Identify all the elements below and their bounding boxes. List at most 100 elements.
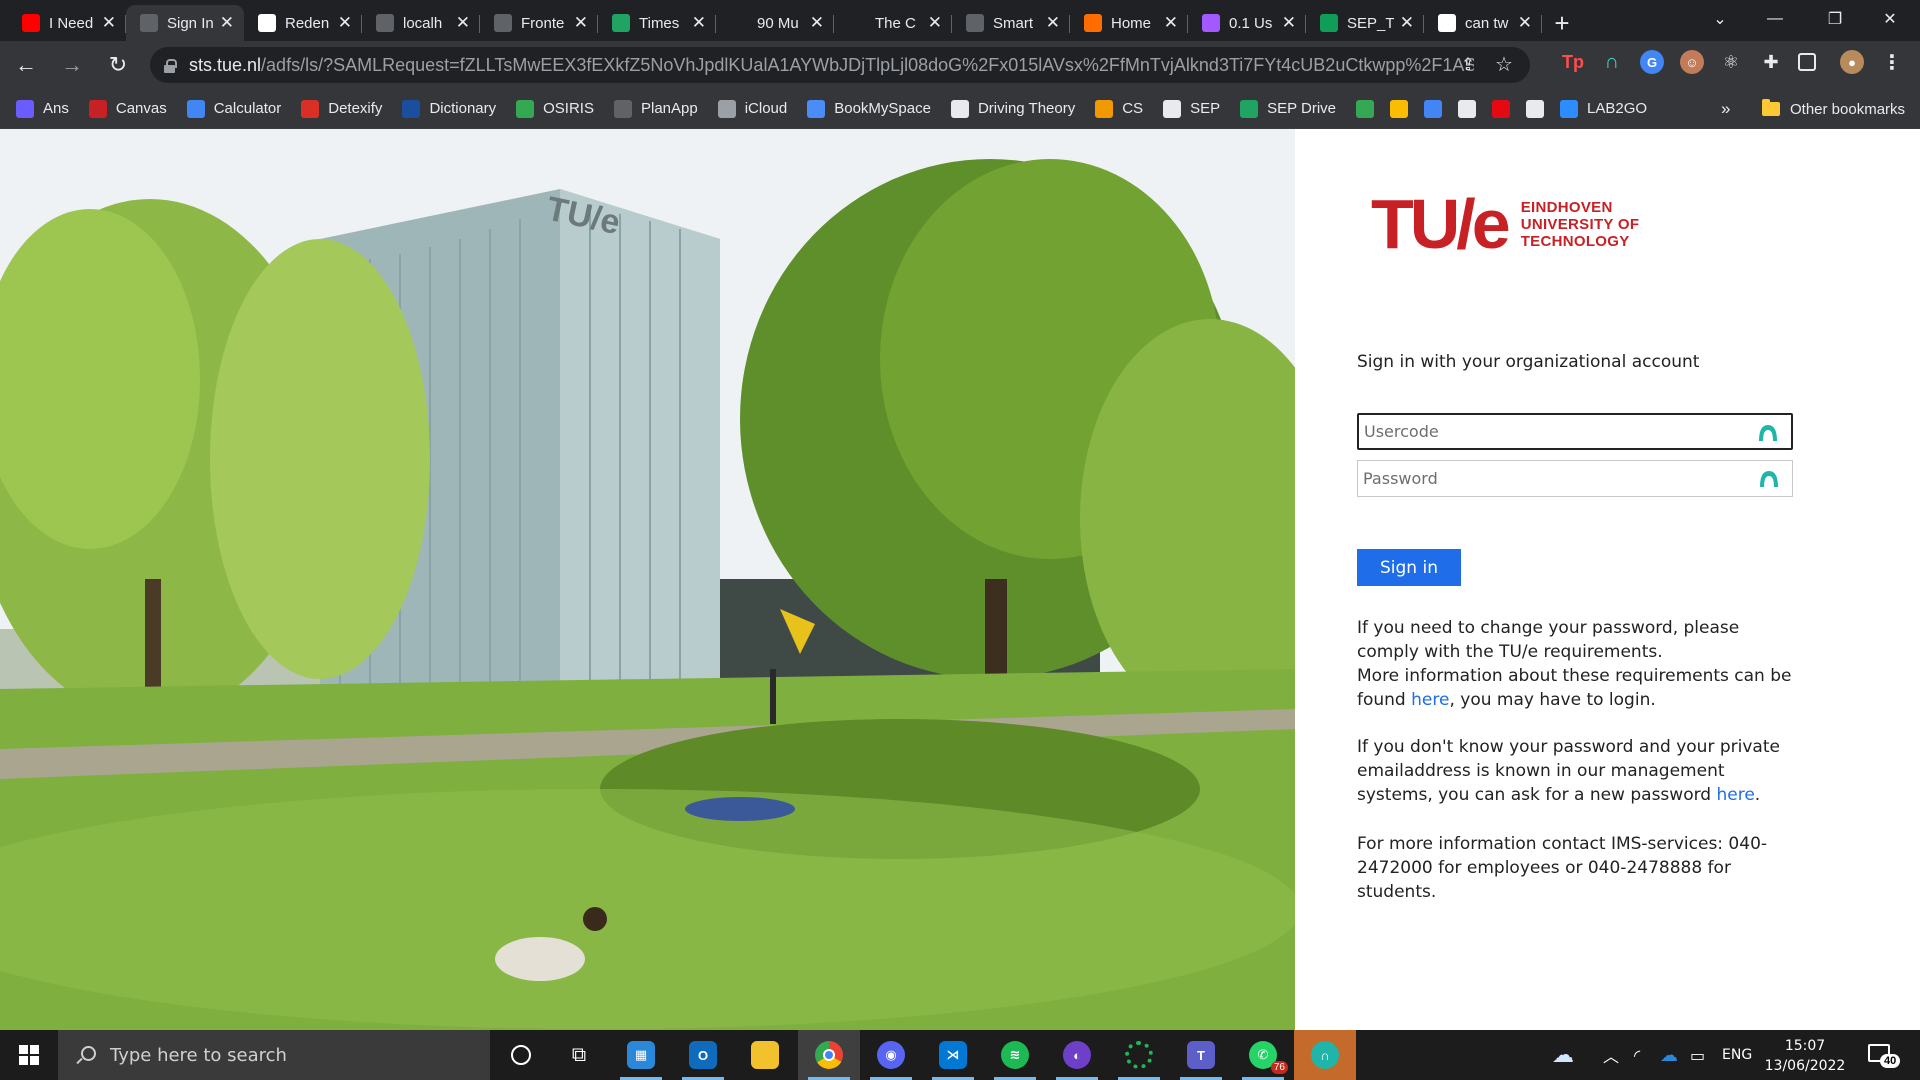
tab-search-icon[interactable]: ⌄ (1690, 0, 1750, 38)
url-text[interactable]: sts.tue.nl/adfs/ls/?SAMLRequest=fZLLTsMw… (189, 55, 1474, 76)
usercode-input[interactable] (1364, 422, 1744, 441)
bookmark-item[interactable]: LAB2GO (1560, 99, 1647, 118)
reload-icon[interactable]: ↻ (98, 45, 138, 85)
password-input[interactable] (1363, 469, 1743, 488)
translate-extension-icon[interactable]: G (1640, 50, 1664, 74)
network-icon[interactable]: ◜ (1634, 1030, 1640, 1080)
battery-icon[interactable]: ▭ (1690, 1030, 1705, 1080)
tab-close-icon[interactable]: ✕ (1400, 13, 1414, 33)
tab-close-icon[interactable]: ✕ (574, 13, 588, 33)
tab-close-icon[interactable]: ✕ (1518, 13, 1532, 33)
github-desktop-icon[interactable]: ◐ (1046, 1030, 1108, 1080)
bookmark-item[interactable]: iCloud (717, 99, 787, 118)
tab-close-icon[interactable]: ✕ (1164, 13, 1178, 33)
discord-app-icon[interactable]: ◉ (860, 1030, 922, 1080)
bookmark-item[interactable]: SEP Drive (1240, 99, 1336, 118)
back-icon[interactable]: ← (6, 45, 46, 85)
close-window-icon[interactable]: ✕ (1860, 0, 1920, 38)
bookmark-item[interactable]: BookMySpace (807, 99, 931, 118)
browser-tab[interactable]: Times ✕ (598, 5, 716, 41)
browser-tab[interactable]: I Need ✕ (8, 5, 126, 41)
bookmark-item[interactable]: Canvas (88, 99, 167, 118)
start-button[interactable] (0, 1030, 58, 1080)
tab-close-icon[interactable]: ✕ (928, 13, 942, 33)
browser-tab[interactable]: can tw ✕ (1424, 5, 1542, 41)
browser-tab[interactable]: The C ✕ (834, 5, 952, 41)
tab-close-icon[interactable]: ✕ (1282, 13, 1296, 33)
tray-expand-icon[interactable]: ︿ (1603, 1030, 1619, 1080)
tab-close-icon[interactable]: ✕ (692, 13, 706, 33)
spotify-app-icon[interactable]: ≋ (984, 1030, 1046, 1080)
browser-tab[interactable]: Reden ✕ (244, 5, 362, 41)
bookmark-item[interactable]: Detexify (301, 99, 382, 118)
bookmark-item[interactable]: SEP (1163, 99, 1220, 118)
password-manager-icon[interactable] (1757, 423, 1779, 443)
browser-tab[interactable]: Home ✕ (1070, 5, 1188, 41)
tab-close-icon[interactable]: ✕ (338, 13, 352, 33)
face-extension-icon[interactable]: ☺ (1680, 50, 1704, 74)
lock-icon[interactable] (164, 58, 177, 73)
password-field[interactable] (1357, 460, 1793, 497)
bookmark-item[interactable]: Driving Theory (950, 99, 1075, 118)
menu-kebab-icon[interactable]: ⋮ (1880, 50, 1904, 74)
browser-tab[interactable]: localh ✕ (362, 5, 480, 41)
tab-close-icon[interactable]: ✕ (102, 13, 116, 33)
browser-tab[interactable]: 90 Mu ✕ (716, 5, 834, 41)
react-devtools-icon[interactable]: ⚛ (1719, 50, 1743, 74)
bookmark-item[interactable] (1492, 99, 1510, 118)
browser-tab[interactable]: SEP_T ✕ (1306, 5, 1424, 41)
teams-app-icon[interactable]: T (1170, 1030, 1232, 1080)
task-view-icon[interactable]: ⧉ (548, 1030, 610, 1080)
tab-close-icon[interactable]: ✕ (810, 13, 824, 33)
bookmark-item[interactable] (1458, 99, 1476, 118)
arc-extension-icon[interactable]: ∩ (1600, 50, 1624, 74)
tab-close-icon[interactable]: ✕ (1046, 13, 1060, 33)
vscode-app-icon[interactable]: ⋊ (922, 1030, 984, 1080)
extensions-puzzle-icon[interactable]: ✚ (1759, 50, 1783, 74)
minimize-icon[interactable]: — (1745, 0, 1805, 38)
onedrive-icon[interactable]: ☁ (1552, 1030, 1574, 1080)
forward-icon[interactable]: → (52, 45, 92, 85)
tab-close-icon[interactable]: ✕ (220, 13, 234, 33)
tp-extension-icon[interactable]: Tp (1561, 50, 1585, 74)
taskbar-search-box[interactable]: Type here to search (58, 1030, 490, 1080)
address-bar[interactable]: sts.tue.nl/adfs/ls/?SAMLRequest=fZLLTsMw… (150, 47, 1530, 83)
bookmark-item[interactable] (1526, 99, 1544, 118)
star-icon[interactable]: ☆ (1494, 55, 1514, 75)
side-panel-icon[interactable] (1798, 53, 1816, 71)
browser-tab[interactable]: Sign In ✕ (126, 5, 244, 41)
outlook-app-icon[interactable]: O (672, 1030, 734, 1080)
whatsapp-app-icon[interactable]: ✆ 76 (1232, 1030, 1294, 1080)
bookmark-item[interactable]: Calculator (186, 99, 281, 118)
cortana-icon[interactable] (490, 1030, 552, 1080)
bookmark-item[interactable] (1424, 99, 1442, 118)
bookmark-item[interactable] (1356, 99, 1374, 118)
chrome-app-icon[interactable] (798, 1030, 860, 1080)
clock[interactable]: 15:07 13/06/2022 (1750, 1036, 1860, 1076)
arc-app-icon[interactable]: ∩ (1294, 1030, 1356, 1080)
calendar-app-icon[interactable]: ▦ (610, 1030, 672, 1080)
bookmark-item[interactable]: OSIRIS (516, 99, 594, 118)
profile-avatar[interactable]: ● (1840, 50, 1864, 74)
bookmark-item[interactable] (1390, 99, 1408, 118)
sign-in-button[interactable]: Sign in (1357, 549, 1461, 586)
onedrive-tray-icon[interactable]: ☁ (1660, 1030, 1678, 1080)
file-explorer-icon[interactable] (734, 1030, 796, 1080)
tab-close-icon[interactable]: ✕ (456, 13, 470, 33)
usercode-field[interactable] (1357, 413, 1793, 450)
share-icon[interactable]: ⇪ (1458, 55, 1478, 75)
password-manager-icon[interactable] (1758, 469, 1780, 489)
restore-icon[interactable]: ❐ (1805, 0, 1865, 38)
bookmark-item[interactable]: PlanApp (613, 99, 698, 118)
bookmark-item[interactable]: Dictionary (402, 99, 496, 118)
bookmarks-overflow-button[interactable]: » (1721, 89, 1730, 129)
requirements-link[interactable]: here (1411, 690, 1449, 710)
other-bookmarks-folder[interactable]: Other bookmarks (1762, 89, 1905, 129)
browser-tab[interactable]: Fronte ✕ (480, 5, 598, 41)
new-password-link[interactable]: here (1716, 785, 1754, 805)
browser-tab[interactable]: Smart ✕ (952, 5, 1070, 41)
browser-tab[interactable]: 0.1 Us ✕ (1188, 5, 1306, 41)
language-indicator[interactable]: ENG (1722, 1030, 1752, 1080)
bookmark-item[interactable]: CS (1095, 99, 1143, 118)
loading-app-icon[interactable] (1108, 1030, 1170, 1080)
